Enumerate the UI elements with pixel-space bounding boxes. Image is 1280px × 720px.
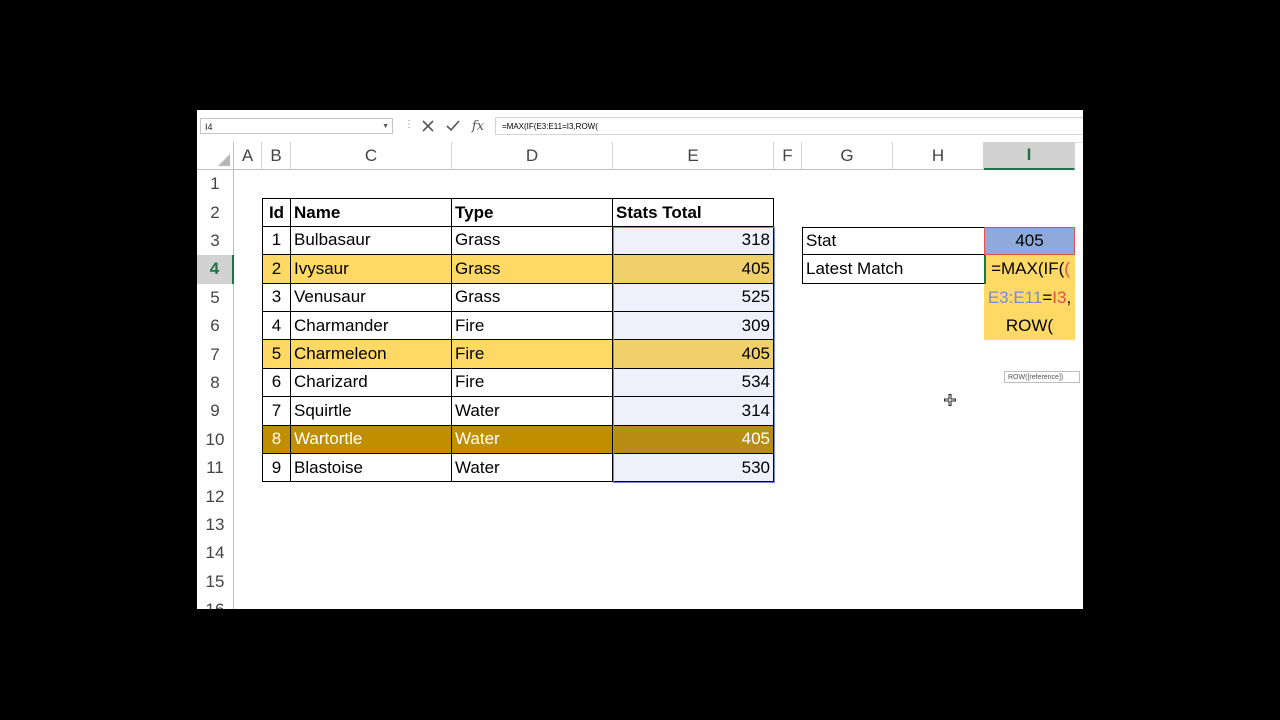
table-cell-name[interactable]: Bulbasaur [291, 226, 452, 256]
stat-value-cell[interactable]: 405 [984, 226, 1075, 256]
column-header-e[interactable]: E [613, 142, 774, 170]
table-cell-id[interactable]: 4 [262, 312, 291, 341]
row-header-13[interactable]: 13 [197, 510, 234, 540]
column-header-b[interactable]: B [262, 142, 291, 170]
select-all-triangle [218, 154, 230, 166]
table-cell-name[interactable]: Charmander [291, 312, 452, 341]
table-cell-type[interactable]: Water [452, 397, 613, 426]
row-header-2[interactable]: 2 [197, 198, 234, 227]
table-cell-id[interactable]: 8 [262, 425, 291, 454]
table-cell-name[interactable]: Charizard [291, 368, 452, 398]
row-header-5[interactable]: 5 [197, 283, 234, 312]
table-cell-name[interactable]: Wartortle [291, 425, 452, 454]
column-header-i[interactable]: I [984, 142, 1075, 170]
latest-match-label-cell[interactable]: Latest Match [802, 255, 984, 284]
table-header-name[interactable]: Name [291, 198, 452, 227]
formula-bar-grip[interactable]: ⋮ [404, 119, 414, 130]
row-header-1[interactable]: 1 [197, 170, 234, 199]
excel-window: I4 ▼ ⋮ fx =MAX(IF(E3:E11=I3,ROW( A B C D… [197, 110, 1083, 609]
insert-function-button[interactable]: fx [468, 116, 488, 136]
editor-row-fn: ROW( [1005, 316, 1054, 335]
row-header-7[interactable]: 7 [197, 340, 234, 369]
row-header-6[interactable]: 6 [197, 312, 234, 341]
editor-text-max-if: =MAX(IF( [991, 259, 1065, 279]
table-cell-type[interactable]: Grass [452, 226, 613, 256]
table-cell-id[interactable]: 2 [262, 255, 291, 284]
select-all-button[interactable] [197, 142, 234, 170]
table-cell-name[interactable]: Ivysaur [291, 255, 452, 284]
column-header-a[interactable]: A [234, 142, 262, 170]
editor-line-3: ROW( [984, 312, 1075, 340]
column-header-g[interactable]: G [802, 142, 893, 170]
cancel-button[interactable] [418, 116, 438, 136]
editor-eq: = [1042, 287, 1053, 307]
row-header-10[interactable]: 10 [197, 425, 234, 454]
table-cell-stats[interactable]: 405 [613, 340, 774, 369]
table-cell-stats[interactable]: 318 [613, 226, 774, 256]
name-box-value: I4 [205, 122, 213, 132]
table-cell-name[interactable]: Squirtle [291, 397, 452, 426]
table-cell-name[interactable]: Charmeleon [291, 340, 452, 369]
table-cell-type[interactable]: Grass [452, 283, 613, 312]
table-cell-stats[interactable]: 309 [613, 312, 774, 341]
table-cell-type[interactable]: Fire [452, 312, 613, 341]
editor-line-1: =MAX(IF(( [984, 255, 1075, 284]
table-cell-id[interactable]: 3 [262, 283, 291, 312]
editor-line-2: E3:E11=I3, [984, 284, 1075, 312]
row-header-9[interactable]: 9 [197, 397, 234, 426]
table-cell-type[interactable]: Water [452, 425, 613, 454]
editor-range-ref: E3:E11 [987, 287, 1043, 307]
table-cell-id[interactable]: 1 [262, 226, 291, 256]
column-header-d[interactable]: D [452, 142, 613, 170]
enter-button[interactable] [443, 116, 463, 136]
row-header-3[interactable]: 3 [197, 226, 234, 256]
row-header-4[interactable]: 4 [197, 255, 234, 284]
function-tooltip: ROW([reference]) [1004, 371, 1080, 383]
formula-bar: I4 ▼ ⋮ fx =MAX(IF(E3:E11=I3,ROW( [197, 110, 1083, 143]
table-cell-type[interactable]: Fire [452, 368, 613, 398]
editor-comma: , [1066, 287, 1072, 307]
table-cell-id[interactable]: 7 [262, 397, 291, 426]
table-cell-stats[interactable]: 405 [613, 425, 774, 454]
row-header-14[interactable]: 14 [197, 539, 234, 568]
table-cell-stats[interactable]: 530 [613, 454, 774, 483]
worksheet-grid[interactable]: A B C D E F G H I 1 2 3 4 5 6 7 8 9 10 1… [197, 142, 1083, 609]
table-cell-stats[interactable]: 314 [613, 397, 774, 426]
move-crosshair-icon [944, 394, 956, 406]
column-header-h[interactable]: H [893, 142, 984, 170]
row-header-16[interactable]: 16 [197, 596, 234, 609]
table-cell-type[interactable]: Water [452, 454, 613, 483]
active-cell-editor[interactable]: =MAX(IF(( E3:E11=I3, ROW( [984, 255, 1075, 341]
chevron-down-icon[interactable]: ▼ [382, 119, 389, 135]
row-header-11[interactable]: 11 [197, 454, 234, 483]
table-cell-type[interactable]: Fire [452, 340, 613, 369]
editor-cell-ref: I3 [1052, 287, 1067, 307]
column-header-f[interactable]: F [774, 142, 802, 170]
row-header-8[interactable]: 8 [197, 368, 234, 398]
check-icon [446, 120, 460, 132]
column-header-c[interactable]: C [291, 142, 452, 170]
table-cell-name[interactable]: Blastoise [291, 454, 452, 483]
close-icon [422, 120, 434, 132]
row-header-15[interactable]: 15 [197, 567, 234, 596]
formula-input[interactable]: =MAX(IF(E3:E11=I3,ROW( [495, 117, 1083, 135]
row-header-12[interactable]: 12 [197, 482, 234, 511]
table-cell-stats[interactable]: 534 [613, 368, 774, 398]
table-cell-id[interactable]: 6 [262, 368, 291, 398]
table-cell-id[interactable]: 9 [262, 454, 291, 483]
table-cell-name[interactable]: Venusaur [291, 283, 452, 312]
table-cell-stats[interactable]: 525 [613, 283, 774, 312]
table-header-id[interactable]: Id [262, 198, 291, 227]
table-header-type[interactable]: Type [452, 198, 613, 227]
table-cell-stats[interactable]: 405 [613, 255, 774, 284]
name-box[interactable]: I4 ▼ [200, 118, 393, 134]
table-cell-type[interactable]: Grass [452, 255, 613, 284]
table-header-stats[interactable]: Stats Total [613, 198, 774, 227]
table-cell-id[interactable]: 5 [262, 340, 291, 369]
stat-label-cell[interactable]: Stat [802, 226, 984, 256]
